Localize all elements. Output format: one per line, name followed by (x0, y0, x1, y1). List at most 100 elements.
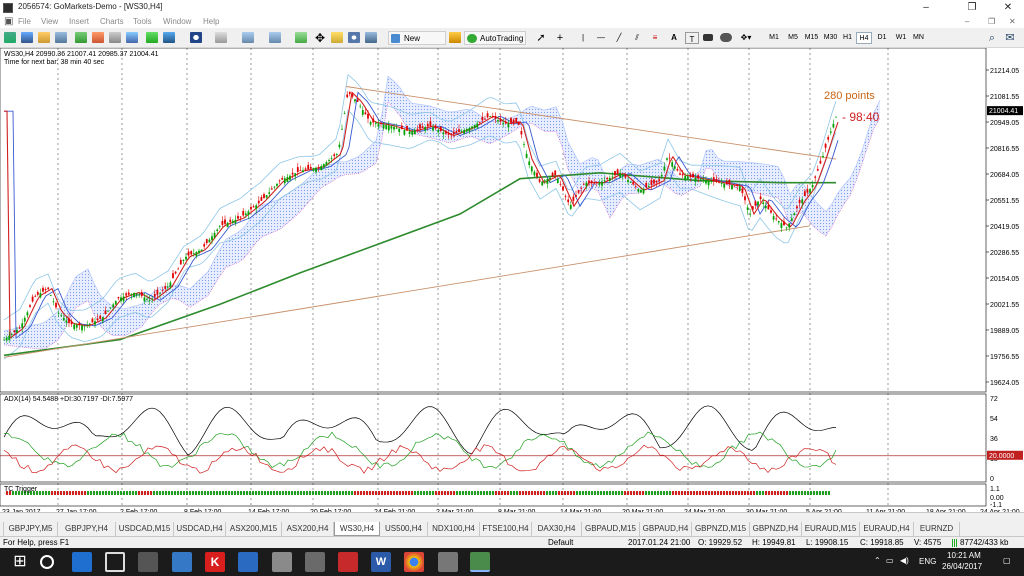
mail-icon[interactable] (172, 552, 192, 572)
periods-icon[interactable] (189, 31, 203, 45)
timeframe-w1[interactable]: W1 (893, 32, 909, 44)
word-icon[interactable]: W (371, 552, 391, 572)
symbol-tab[interactable]: US500,H4 (380, 522, 428, 536)
text-label-tool-icon[interactable]: T (685, 32, 699, 44)
arrows-tool-icon[interactable]: ✥▾ (739, 31, 753, 45)
menu-charts[interactable]: Charts (100, 17, 124, 26)
crosshair-icon[interactable]: + (553, 31, 567, 45)
menu-help[interactable]: Help (203, 17, 219, 26)
chart-window-icon[interactable]: ▣ (4, 16, 13, 27)
cursor-icon[interactable]: ➚ (534, 31, 548, 45)
channel-icon[interactable]: ⫽ (630, 31, 644, 45)
chrome-icon[interactable] (404, 552, 424, 572)
timeframe-m30[interactable]: M30 (821, 32, 840, 44)
navigator-icon[interactable] (74, 31, 88, 45)
tray-date[interactable]: 26/04/2017 (942, 562, 982, 571)
market-watch-icon[interactable] (37, 31, 51, 45)
symbol-tab[interactable]: EURAUD,H4 (860, 522, 914, 536)
close-button[interactable]: ✕ (994, 0, 1022, 16)
rectangle-tool-icon[interactable] (703, 34, 713, 41)
minimize-button[interactable]: – (912, 0, 940, 16)
symbol-tab[interactable]: GBPJPY,H4 (58, 522, 116, 536)
symbol-tab[interactable]: GBPNZD,M15 (692, 522, 750, 536)
edge-icon[interactable] (72, 552, 92, 572)
symbol-tab[interactable]: GBPNZD,H4 (750, 522, 802, 536)
symbol-tab[interactable]: GBPAUD,H4 (640, 522, 692, 536)
symbol-tab[interactable]: EURAUD,M15 (802, 522, 860, 536)
symbol-tab[interactable]: NDX100,H4 (428, 522, 480, 536)
chart-type-icon[interactable] (241, 31, 255, 45)
tray-battery-icon[interactable]: ▭ (886, 556, 894, 565)
search-icon[interactable]: ⌕ (985, 31, 999, 45)
new-chart-icon[interactable] (3, 31, 17, 45)
ellipse-tool-icon[interactable] (720, 33, 732, 42)
scroll-end-icon[interactable] (364, 31, 378, 45)
symbol-tab[interactable]: GBPJPY,M5 (4, 522, 58, 536)
trendline-icon[interactable]: ╱ (612, 31, 626, 45)
symbol-tab[interactable]: GBPAUD,M15 (582, 522, 640, 536)
symbol-tab[interactable]: ASX200,H4 (282, 522, 334, 536)
media-player-icon[interactable] (438, 552, 458, 572)
autotrading-button[interactable]: AutoTrading (464, 31, 526, 45)
windows-start-icon[interactable]: ⊞ (10, 552, 30, 572)
profiles-icon[interactable] (20, 31, 34, 45)
symbol-tab[interactable]: EURNZD (914, 522, 960, 536)
search-circle-icon[interactable] (40, 555, 54, 569)
notifications-icon[interactable]: ▢ (1003, 556, 1011, 565)
timeframe-mn[interactable]: MN (910, 32, 927, 44)
tester-icon[interactable] (108, 31, 122, 45)
timeframe-d1[interactable]: D1 (874, 32, 890, 44)
menu-tools[interactable]: Tools (133, 17, 152, 26)
symbol-tab[interactable]: FTSE100,H4 (480, 522, 532, 536)
indicators-icon[interactable] (145, 31, 159, 45)
metaeditor-icon[interactable] (448, 31, 462, 45)
tray-chevron-icon[interactable]: ⌃ (874, 556, 881, 565)
tray-time[interactable]: 10:21 AM (947, 551, 981, 560)
horizontal-line-icon[interactable]: — (594, 31, 608, 45)
vertical-line-icon[interactable]: | (576, 31, 590, 45)
timeframe-h4[interactable]: H4 (856, 32, 872, 44)
child-minimize-button[interactable]: – (965, 17, 969, 26)
fibonacci-icon[interactable]: ≡ (648, 31, 662, 45)
menu-window[interactable]: Window (163, 17, 191, 26)
timeframe-h1[interactable]: H1 (840, 32, 855, 44)
templates-icon[interactable] (214, 31, 228, 45)
menu-view[interactable]: View (41, 17, 58, 26)
auto-scroll-icon[interactable] (294, 31, 308, 45)
magnifier-icon[interactable] (347, 31, 361, 45)
child-close-button[interactable]: ✕ (1009, 17, 1016, 26)
symbol-tab[interactable]: ASX200,M15 (226, 522, 282, 536)
new-order-button[interactable]: New Order (388, 31, 446, 57)
app-printer-icon[interactable] (305, 552, 325, 572)
app-grey-icon[interactable] (272, 552, 292, 572)
symbol-tab[interactable]: DAX30,H4 (532, 522, 582, 536)
data-window-icon[interactable] (54, 31, 68, 45)
symbol-tab[interactable]: USDCAD,M15 (116, 522, 174, 536)
timeframe-m15[interactable]: M15 (802, 32, 821, 44)
terminal-icon[interactable] (91, 31, 105, 45)
store-icon[interactable] (138, 552, 158, 572)
chart-shift-icon[interactable] (330, 31, 344, 45)
metatrader-red-icon[interactable] (338, 552, 358, 572)
file-explorer-icon[interactable] (105, 552, 125, 572)
chart-area[interactable]: 21214.05 21081.55 20949.05 20816.55 20684.05… (0, 47, 1024, 516)
timeframe-m1[interactable]: M1 (765, 32, 783, 44)
tray-language[interactable]: ENG (919, 557, 936, 566)
symbol-tab[interactable]: USDCAD,H4 (174, 522, 226, 536)
tray-volume-icon[interactable]: ◀) (900, 556, 909, 565)
menu-file[interactable]: File (18, 17, 31, 26)
symbol-tab[interactable]: WS30,H4 (334, 522, 380, 536)
timeframe-m5[interactable]: M5 (785, 32, 801, 44)
crosshair-move-icon[interactable]: ✥ (313, 31, 327, 45)
metatrader-icon[interactable] (470, 552, 490, 572)
chart-window-list-icon[interactable] (125, 31, 139, 45)
security-shield-icon[interactable] (238, 552, 258, 572)
grid-icon[interactable] (268, 31, 282, 45)
maximize-button[interactable]: ❐ (958, 0, 986, 16)
text-tool-icon[interactable]: A (667, 31, 681, 45)
child-restore-button[interactable]: ❐ (988, 17, 995, 26)
chat-icon[interactable]: ✉ (1003, 31, 1017, 45)
kaspersky-icon[interactable]: K (205, 552, 225, 572)
menu-insert[interactable]: Insert (69, 17, 89, 26)
zoom-icon[interactable] (162, 31, 176, 45)
